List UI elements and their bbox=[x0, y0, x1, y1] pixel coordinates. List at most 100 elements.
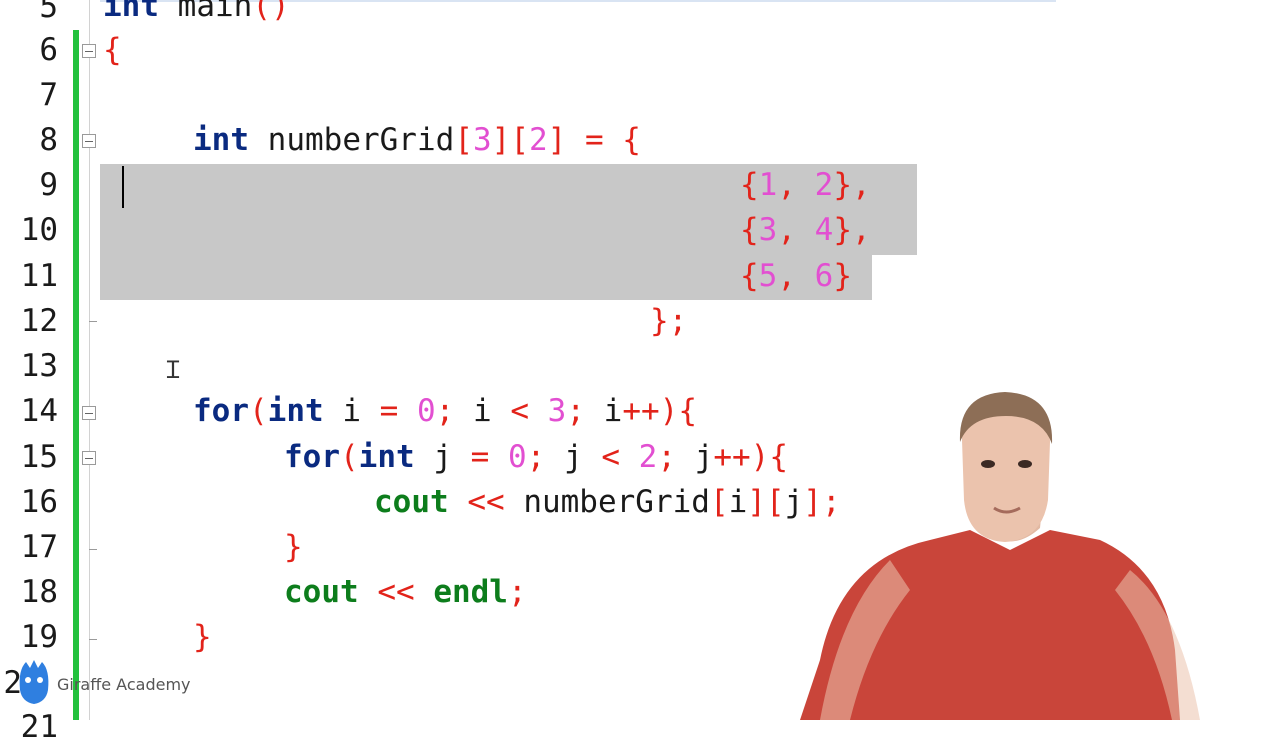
line-number: 10 bbox=[20, 212, 58, 248]
code-line-19[interactable]: } bbox=[193, 615, 212, 660]
operator: ; bbox=[435, 393, 473, 429]
keyword: int bbox=[103, 0, 159, 24]
text-caret bbox=[122, 166, 124, 208]
fold-toggle-icon[interactable] bbox=[82, 406, 96, 420]
operator: ][ bbox=[491, 122, 529, 158]
operator: = bbox=[379, 393, 417, 429]
line-number: 15 bbox=[20, 439, 58, 475]
operator: ; bbox=[507, 574, 527, 610]
operator: { bbox=[740, 258, 759, 294]
identifier: main bbox=[159, 0, 253, 24]
code-line-15[interactable]: for(int j = 0; j < 2; j++){ bbox=[284, 435, 788, 480]
code-line-8[interactable]: int numberGrid[3][2] = { bbox=[193, 118, 641, 163]
number: 2 bbox=[638, 439, 658, 475]
number: 1 bbox=[758, 167, 778, 203]
code-line-11[interactable]: {5, 6} bbox=[740, 254, 852, 299]
number: 3 bbox=[758, 212, 778, 248]
number: 0 bbox=[508, 439, 527, 475]
presenter-webcam bbox=[800, 392, 1200, 720]
fold-toggle-icon[interactable] bbox=[82, 451, 96, 465]
identifier: numberGrid bbox=[249, 122, 455, 158]
line-number: 7 bbox=[39, 77, 58, 113]
operator: [ bbox=[709, 484, 729, 520]
line-number: 12 bbox=[20, 303, 58, 339]
line-number: 21 bbox=[20, 709, 58, 745]
operator: ( bbox=[340, 439, 359, 475]
operator: < bbox=[601, 439, 639, 475]
line-number: 8 bbox=[39, 122, 58, 158]
operator: }, bbox=[833, 212, 871, 248]
operator: } bbox=[833, 258, 853, 294]
operator: ( bbox=[249, 393, 268, 429]
identifier: i bbox=[473, 393, 511, 429]
operator: } bbox=[284, 529, 303, 565]
fold-toggle-icon[interactable] bbox=[82, 134, 96, 148]
operator: ; bbox=[657, 439, 695, 475]
keyword: int bbox=[267, 393, 324, 429]
keyword: int bbox=[193, 122, 249, 158]
line-number: 13 bbox=[20, 348, 58, 384]
fold-rail bbox=[89, 0, 90, 720]
code-line-5[interactable]: int main() bbox=[103, 0, 290, 29]
operator: ++){ bbox=[622, 393, 697, 429]
operator: { bbox=[740, 167, 759, 203]
identifier: numberGrid bbox=[523, 484, 710, 520]
identifier: i bbox=[603, 393, 623, 429]
operator: , bbox=[777, 212, 815, 248]
operator: ] = { bbox=[547, 122, 641, 158]
operator: ; bbox=[526, 439, 564, 475]
line-number: 18 bbox=[20, 574, 58, 610]
fold-end-marker bbox=[89, 549, 97, 550]
operator: [ bbox=[454, 122, 473, 158]
stream-keyword: cout bbox=[374, 484, 449, 520]
stream-keyword: endl bbox=[433, 574, 508, 610]
operator: << bbox=[448, 484, 524, 520]
code-line-10[interactable]: {3, 4}, bbox=[740, 208, 871, 253]
code-line-17[interactable]: } bbox=[284, 525, 303, 570]
operator: () bbox=[252, 0, 290, 24]
operator: }; bbox=[650, 303, 688, 339]
code-line-14[interactable]: for(int i = 0; i < 3; i++){ bbox=[193, 389, 697, 434]
number: 5 bbox=[758, 258, 778, 294]
number: 3 bbox=[472, 122, 492, 158]
line-number: 19 bbox=[20, 619, 58, 655]
fold-end-marker bbox=[89, 321, 97, 322]
brand-label: Giraffe Academy bbox=[57, 675, 191, 694]
identifier: j bbox=[414, 439, 471, 475]
code-line-9[interactable]: {1, 2}, bbox=[740, 163, 871, 208]
operator: , bbox=[777, 258, 815, 294]
keyword: int bbox=[358, 439, 415, 475]
line-number: 9 bbox=[39, 167, 58, 203]
operator: , bbox=[777, 167, 815, 203]
modified-lines-indicator bbox=[73, 30, 79, 720]
number: 3 bbox=[547, 393, 567, 429]
code-line-12[interactable]: }; bbox=[650, 299, 687, 344]
code-line-6[interactable]: { bbox=[103, 28, 122, 73]
number: 6 bbox=[814, 258, 834, 294]
code-line-16[interactable]: cout << numberGrid[i][j]; bbox=[374, 480, 841, 525]
stream-keyword: cout bbox=[284, 574, 359, 610]
line-number: 16 bbox=[20, 484, 58, 520]
keyword: for bbox=[193, 393, 249, 429]
operator: << bbox=[358, 574, 434, 610]
fold-end-marker bbox=[89, 639, 97, 640]
identifier: i bbox=[323, 393, 380, 429]
code-line-18[interactable]: cout << endl; bbox=[284, 570, 527, 615]
identifier: i bbox=[728, 484, 748, 520]
number: 2 bbox=[814, 167, 834, 203]
operator: }, bbox=[833, 167, 871, 203]
line-number: 5 bbox=[39, 0, 58, 25]
line-number: 14 bbox=[20, 393, 58, 429]
ibeam-cursor-icon: Ｉ bbox=[161, 356, 185, 384]
keyword: for bbox=[284, 439, 340, 475]
operator: ; bbox=[566, 393, 604, 429]
number: 2 bbox=[528, 122, 548, 158]
number: 4 bbox=[814, 212, 834, 248]
operator: } bbox=[193, 619, 212, 655]
operator: ++){ bbox=[713, 439, 788, 475]
number: 0 bbox=[417, 393, 436, 429]
fold-toggle-icon[interactable] bbox=[82, 44, 96, 58]
operator: < bbox=[510, 393, 548, 429]
line-number: 11 bbox=[20, 258, 58, 294]
operator: { bbox=[103, 32, 122, 68]
